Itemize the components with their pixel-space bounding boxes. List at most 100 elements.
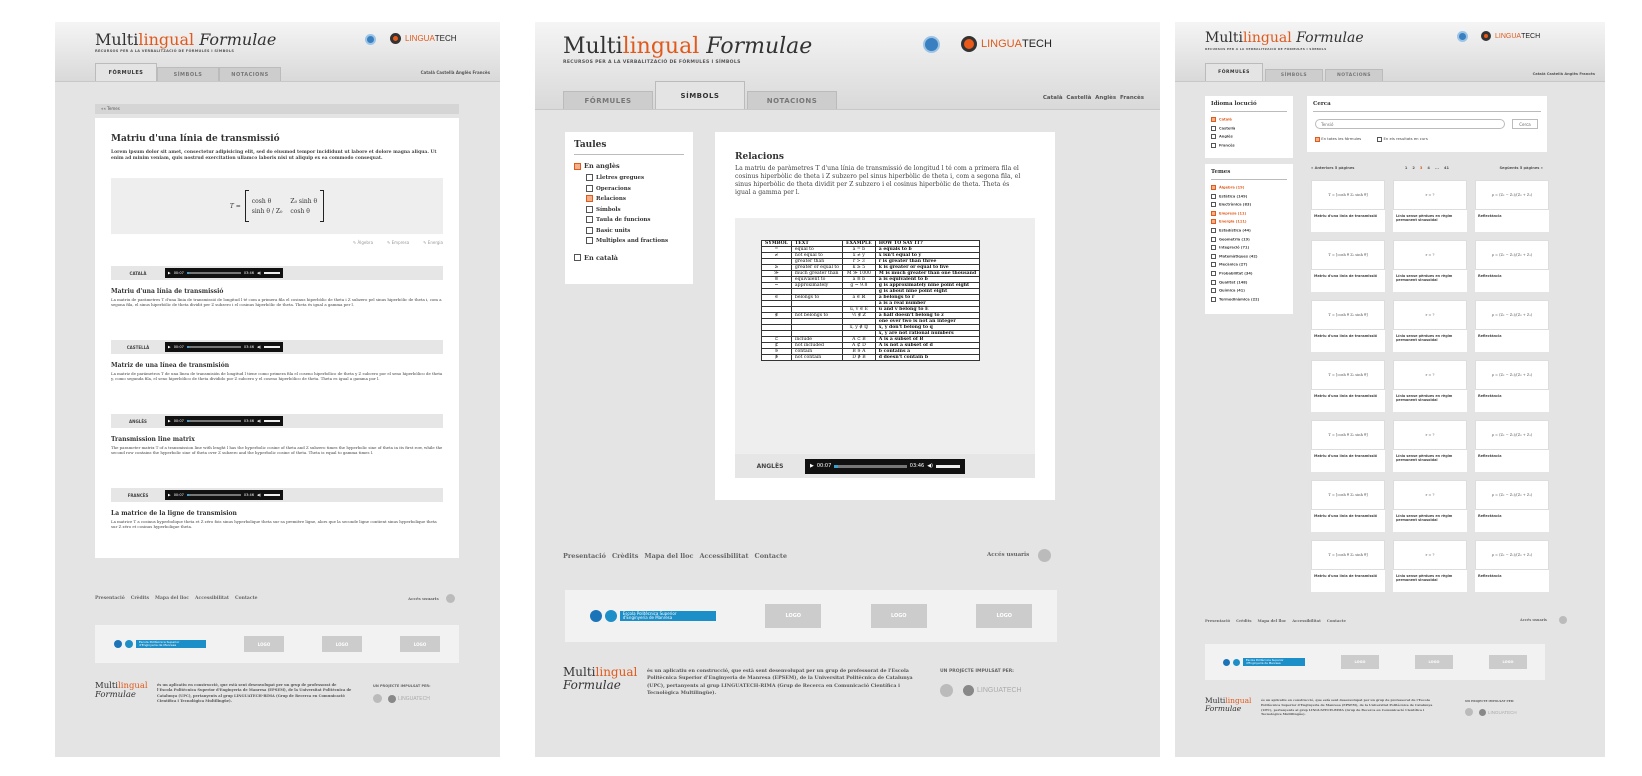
- filter-item[interactable]: Mecànica (27): [1211, 262, 1259, 271]
- tag-item[interactable]: ✎ Energia: [423, 240, 443, 245]
- checkbox[interactable]: [1211, 236, 1216, 242]
- checkbox[interactable]: [1211, 227, 1216, 233]
- formula-thumb[interactable]: T = [cosh θ Z₀ sinh θ] Matriu d'una línia…: [1311, 420, 1385, 472]
- pagination-page[interactable]: 2: [1412, 166, 1415, 170]
- checkbox[interactable]: [1377, 136, 1383, 142]
- seek-bar[interactable]: [186, 272, 241, 274]
- checkbox[interactable]: [1211, 279, 1216, 285]
- tab-notacions[interactable]: NOTACIONS: [1325, 69, 1383, 81]
- filter-item[interactable]: Empresa (11): [1211, 210, 1259, 220]
- pagination-page[interactable]: ...: [1435, 166, 1439, 170]
- login-link[interactable]: Accés usuaris: [1520, 618, 1553, 622]
- checkbox[interactable]: [586, 226, 593, 234]
- footer-link[interactable]: Contacte: [1327, 618, 1346, 623]
- filter-item[interactable]: Àlgebra (19): [1211, 185, 1259, 194]
- lang-en[interactable]: Anglès: [1564, 72, 1578, 76]
- filter-item[interactable]: Energia (111): [1211, 219, 1259, 228]
- tree-item[interactable]: En català: [574, 254, 689, 266]
- tag-item[interactable]: ✎ Àlgebra: [353, 240, 373, 245]
- lang-fr[interactable]: Francès: [473, 70, 490, 75]
- tree-item[interactable]: Basic units: [586, 226, 689, 238]
- tree-item[interactable]: En anglès: [574, 162, 689, 174]
- filter-item[interactable]: Estadística (44): [1211, 227, 1259, 237]
- formula-thumb[interactable]: T = [cosh θ Z₀ sinh θ] Matriu d'una línia…: [1311, 360, 1385, 412]
- filter-item[interactable]: Matemàtiques (42): [1211, 253, 1259, 263]
- checkbox[interactable]: [1211, 134, 1216, 140]
- play-icon[interactable]: ▶: [168, 493, 171, 497]
- footer-link[interactable]: Crèdits: [612, 552, 638, 560]
- checkbox[interactable]: [586, 174, 593, 181]
- footer-link[interactable]: Mapa del lloc: [644, 552, 693, 560]
- site-logo[interactable]: Multilingual Formulae: [563, 34, 812, 59]
- filter-item[interactable]: Anglès: [1211, 134, 1235, 143]
- checkbox[interactable]: [1211, 296, 1216, 302]
- checkbox[interactable]: [1211, 262, 1216, 268]
- site-logo[interactable]: Multilingual Formulae: [95, 30, 276, 49]
- seek-bar[interactable]: [834, 464, 907, 468]
- checkbox[interactable]: [586, 237, 593, 244]
- checkbox[interactable]: [1211, 202, 1216, 208]
- audio-player[interactable]: ▶ 00:07 03:46 ◀): [805, 458, 965, 474]
- tab-simbols[interactable]: SÍMBOLS: [1265, 69, 1323, 81]
- checkbox[interactable]: [1211, 117, 1216, 122]
- volume-icon[interactable]: ◀): [927, 463, 933, 469]
- formula-thumb[interactable]: T = [cosh θ Z₀ sinh θ] Matriu d'una línia…: [1311, 240, 1385, 292]
- volume-slider[interactable]: [264, 346, 280, 348]
- search-input[interactable]: [1315, 119, 1505, 129]
- formula-thumb[interactable]: r = ? Línia sense pèrdues en règim perman…: [1393, 300, 1467, 352]
- formula-thumb[interactable]: r = ? Línia sense pèrdues en règim perman…: [1393, 420, 1467, 472]
- checkbox[interactable]: [1211, 288, 1216, 294]
- audio-player[interactable]: ▶ 00:07 03:46 ◀): [165, 416, 283, 426]
- filter-item[interactable]: Electrònica (83): [1211, 202, 1259, 211]
- lang-fr[interactable]: Francès: [1579, 72, 1595, 76]
- play-icon[interactable]: ▶: [168, 419, 171, 423]
- footer-link[interactable]: Contacte: [755, 552, 788, 560]
- seek-bar[interactable]: [186, 346, 241, 348]
- filter-item[interactable]: Química (41): [1211, 288, 1259, 297]
- filter-item[interactable]: Català: [1211, 117, 1235, 126]
- seek-bar[interactable]: [186, 420, 241, 422]
- lang-es[interactable]: Castellà: [1547, 72, 1563, 76]
- checkbox[interactable]: [586, 205, 593, 213]
- audio-player[interactable]: ▶ 00:07 03:46 ◀): [165, 490, 283, 500]
- formula-thumb[interactable]: r = ? Línia sense pèrdues en règim perman…: [1393, 540, 1467, 592]
- breadcrumb[interactable]: «« Temes: [95, 104, 459, 114]
- tab-simbols[interactable]: SÍMBOLS: [655, 81, 745, 109]
- checkbox[interactable]: [1211, 185, 1216, 190]
- pagination-prev[interactable]: « Anteriors 5 pàgines: [1311, 166, 1354, 170]
- volume-slider[interactable]: [936, 464, 960, 468]
- formula-thumb[interactable]: r = ? Línia sense pèrdues en règim perman…: [1393, 360, 1467, 412]
- filter-item[interactable]: Francès: [1211, 142, 1235, 152]
- lang-en[interactable]: Anglès: [456, 70, 471, 75]
- formula-thumb[interactable]: ρ = (Z₂ − Z₁)/(Z₂ + Z₁) Reflectància: [1475, 360, 1549, 412]
- lang-es[interactable]: Castellà: [1066, 95, 1091, 101]
- tree-item[interactable]: Taula de funcions: [586, 216, 689, 227]
- volume-icon[interactable]: ◀): [257, 271, 261, 275]
- footer-link[interactable]: Accessibilitat: [195, 596, 229, 601]
- pagination-page[interactable]: 4: [1427, 166, 1430, 170]
- checkbox[interactable]: [1211, 142, 1216, 148]
- footer-link[interactable]: Presentació: [95, 596, 125, 601]
- volume-icon[interactable]: ◀): [257, 493, 261, 497]
- formula-thumb[interactable]: r = ? Línia sense pèrdues en règim perman…: [1393, 480, 1467, 532]
- login-link[interactable]: Accés usuaris: [987, 552, 1035, 558]
- checkbox[interactable]: [1315, 136, 1320, 142]
- checkbox[interactable]: [574, 162, 581, 170]
- lang-ca[interactable]: Català: [421, 70, 435, 75]
- tab-formules[interactable]: FÓRMULES: [95, 63, 157, 81]
- play-icon[interactable]: ▶: [168, 345, 171, 349]
- tab-formules[interactable]: FÓRMULES: [563, 91, 653, 109]
- tree-item[interactable]: Símbols: [586, 205, 689, 217]
- volume-icon[interactable]: ◀): [257, 345, 261, 349]
- seek-bar[interactable]: [186, 494, 241, 496]
- volume-slider[interactable]: [264, 420, 280, 422]
- formula-thumb[interactable]: r = ? Línia sense pèrdues en règim perman…: [1393, 180, 1467, 232]
- checkbox[interactable]: [586, 184, 593, 192]
- filter-item[interactable]: Integració (71): [1211, 245, 1259, 254]
- filter-item[interactable]: Geometria (19): [1211, 236, 1259, 246]
- footer-link[interactable]: Contacte: [235, 596, 258, 601]
- tab-formules[interactable]: FÓRMULES: [1205, 63, 1263, 81]
- formula-thumb[interactable]: ρ = (Z₂ − Z₁)/(Z₂ + Z₁) Reflectància: [1475, 540, 1549, 592]
- lang-ca[interactable]: Català: [1533, 72, 1546, 76]
- checkbox[interactable]: [1211, 125, 1216, 131]
